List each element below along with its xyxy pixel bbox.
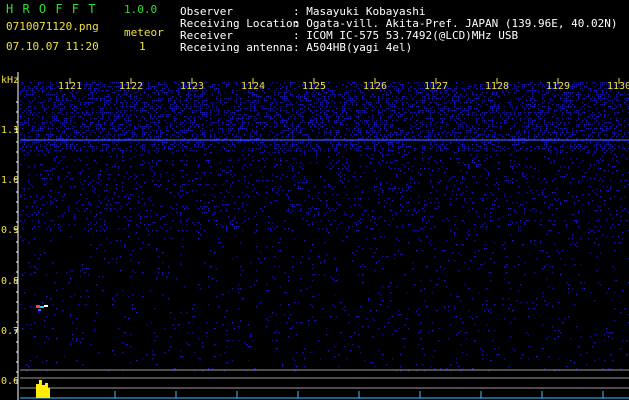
x-tick-label: 1121 bbox=[58, 81, 82, 92]
x-tick-label: 1127 bbox=[424, 81, 448, 92]
meteor-count: 1 bbox=[139, 40, 146, 53]
x-tick-label: 1124 bbox=[241, 81, 265, 92]
x-tick-label: 1129 bbox=[546, 81, 570, 92]
spectrogram-panel: 1121 1122 1123 1124 1125 1126 1127 1128 1129 1130… bbox=[0, 72, 629, 400]
antenna-label: Receiving antenna bbox=[180, 41, 293, 54]
y-unit-label: kHz bbox=[1, 75, 19, 86]
x-tick-label: 1128 bbox=[485, 81, 509, 92]
header-panel: H R O F F T 1.0.0 0710071120.png 07.10.0… bbox=[0, 0, 629, 72]
antenna-value: : A504HB(yagi 4el) bbox=[293, 41, 413, 54]
meteor-label: meteor bbox=[124, 26, 164, 39]
y-tick-label: 1.1 bbox=[1, 125, 19, 136]
capture-datetime: 07.10.07 11:20 bbox=[6, 40, 99, 53]
file-name: 0710071120.png bbox=[6, 20, 99, 33]
x-tick-label: 1125 bbox=[302, 81, 326, 92]
y-tick-label: 0.9 bbox=[1, 225, 19, 236]
app-title: H R O F F T bbox=[6, 2, 97, 16]
x-tick-label: 1126 bbox=[363, 81, 387, 92]
x-tick-label: 1122 bbox=[119, 81, 143, 92]
spectrogram-canvas: 1121 1122 1123 1124 1125 1126 1127 1128 1129 1130… bbox=[0, 72, 629, 400]
x-tick-label: 1123 bbox=[180, 81, 204, 92]
y-tick-label: 1.0 bbox=[1, 175, 19, 186]
app-version: 1.0.0 bbox=[124, 3, 158, 16]
x-tick-label: 1130 bbox=[607, 81, 629, 92]
